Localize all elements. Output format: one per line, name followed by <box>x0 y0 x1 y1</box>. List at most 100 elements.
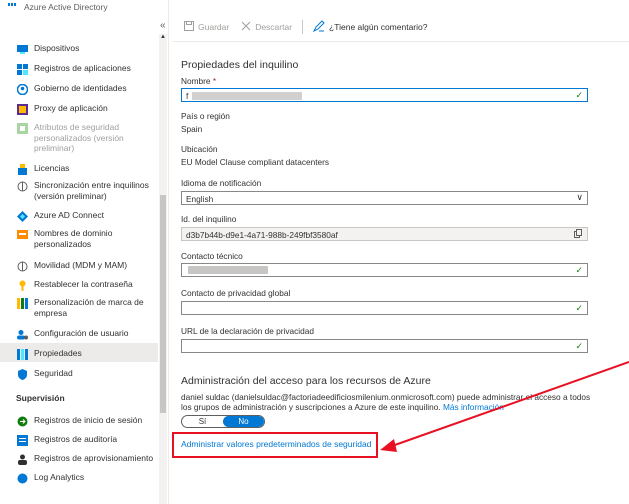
sidebar-item-company-branding[interactable]: Personalización de marca de empresa <box>0 297 158 318</box>
identity-governance-icon <box>16 83 28 95</box>
sidebar-item-label: Configuración de usuario <box>34 328 129 338</box>
security-shield-icon <box>16 368 28 380</box>
ad-connect-icon <box>16 210 28 222</box>
sidebar-item-label: Proxy de aplicación <box>34 103 108 113</box>
notification-language-dropdown[interactable]: English ∨ <box>181 191 588 205</box>
sidebar-item-app-registrations[interactable]: Registros de aplicaciones <box>0 63 158 75</box>
required-mark: * <box>212 76 217 86</box>
chevron-down-icon: ∨ <box>576 192 583 202</box>
privacy-contact-label: Contacto de privacidad global <box>181 288 291 298</box>
sidebar-item-label: Registros de aplicaciones <box>34 63 131 73</box>
collapse-sidebar-button[interactable]: « <box>160 20 166 31</box>
sidebar-item-label: Registros de auditoría <box>34 434 118 444</box>
sidebar-item-label: Log Analytics <box>34 472 85 482</box>
sign-in-logs-icon <box>16 415 28 427</box>
sidebar-scroll-thumb[interactable] <box>160 195 166 413</box>
sidebar-item-label: Propiedades <box>34 348 82 358</box>
sidebar: Azure Active Directory « ▲ Dispositivos … <box>0 0 169 504</box>
azure-access-toggle[interactable]: Sí No <box>181 415 265 428</box>
location-label: Ubicación <box>181 144 218 154</box>
sidebar-item-ad-connect[interactable]: Azure AD Connect <box>0 210 158 222</box>
country-value: Spain <box>181 124 203 134</box>
country-label: País o región <box>181 111 230 121</box>
sidebar-item-mobility[interactable]: Movilidad (MDM y MAM) <box>0 260 158 272</box>
application-proxy-icon <box>16 103 28 115</box>
cross-tenant-sync-icon <box>16 180 28 192</box>
licenses-icon <box>16 163 28 175</box>
privacy-contact-field[interactable]: ✓ <box>181 301 588 315</box>
name-value: f <box>186 91 189 101</box>
redacted-text <box>192 92 302 100</box>
more-info-link[interactable]: Más información <box>443 402 504 412</box>
sidebar-item-label: Azure AD Connect <box>34 210 104 220</box>
brand: Azure Active Directory <box>8 0 108 14</box>
scroll-up-icon[interactable]: ▲ <box>159 34 167 40</box>
azure-ad-logo-icon <box>8 3 18 11</box>
sidebar-item-label: Nombres de dominio personalizados <box>34 228 113 249</box>
sidebar-item-label: Gobierno de identidades <box>34 83 127 93</box>
brand-title: Azure Active Directory <box>24 2 108 12</box>
sidebar-item-provisioning-logs[interactable]: Registros de aprovisionamiento <box>0 453 158 465</box>
sidebar-item-user-settings[interactable]: Configuración de usuario <box>0 328 158 340</box>
valid-check-icon: ✓ <box>575 265 583 275</box>
valid-check-icon: ✓ <box>575 90 583 100</box>
sidebar-item-log-analytics[interactable]: Log Analytics <box>0 472 158 484</box>
section-monitoring-heading: Supervisión <box>16 393 65 403</box>
azure-access-heading: Administración del acceso para los recur… <box>181 375 431 387</box>
sidebar-item-security[interactable]: Seguridad <box>0 368 158 380</box>
sidebar-item-label: Personalización de marca de empresa <box>34 297 144 318</box>
tenant-id-value: d3b7b44b-d9e1-4a71-988b-249fbf3580af <box>186 230 338 240</box>
sidebar-item-properties[interactable]: Propiedades <box>0 343 158 362</box>
security-defaults-link[interactable]: Administrar valores predeterminados de s… <box>181 439 371 449</box>
log-analytics-icon <box>16 472 28 484</box>
name-label: Nombre * <box>181 76 217 86</box>
name-field[interactable]: f ✓ <box>181 88 588 102</box>
sidebar-item-devices[interactable]: Dispositivos <box>0 43 158 55</box>
sidebar-item-audit-logs[interactable]: Registros de auditoría <box>0 434 158 446</box>
sidebar-item-custom-domain-names[interactable]: Nombres de dominio personalizados <box>0 228 158 249</box>
sidebar-item-cross-tenant-sync[interactable]: Sincronización entre inquilinos (versión… <box>0 180 158 201</box>
toggle-yes[interactable]: Sí <box>182 416 223 427</box>
custom-domain-icon <box>16 228 28 240</box>
technical-contact-label: Contacto técnico <box>181 251 243 261</box>
sidebar-item-label: Dispositivos <box>34 43 80 53</box>
properties-icon <box>16 348 28 360</box>
redacted-text <box>188 266 268 274</box>
technical-contact-field[interactable]: ✓ <box>181 263 588 277</box>
properties-panel: Propiedades del inquilino Nombre * f ✓ P… <box>181 0 629 504</box>
devices-icon <box>16 43 28 55</box>
password-reset-icon <box>16 279 28 291</box>
privacy-url-label: URL de la declaración de privacidad <box>181 326 314 336</box>
company-branding-icon <box>16 297 28 309</box>
valid-check-icon: ✓ <box>575 341 583 351</box>
page-title: Propiedades del inquilino <box>181 59 299 71</box>
sidebar-item-licenses[interactable]: Licencias <box>0 163 158 175</box>
copy-icon[interactable] <box>574 229 582 240</box>
sidebar-item-identity-governance[interactable]: Gobierno de identidades <box>0 83 158 95</box>
azure-access-description: daniel suldac (danielsuldac@factoriadeed… <box>181 392 591 412</box>
sidebar-item-label: Restablecer la contraseña <box>34 279 133 289</box>
sidebar-item-label: Sincronización entre inquilinos (versión… <box>34 180 149 201</box>
toggle-no[interactable]: No <box>223 416 264 427</box>
sidebar-item-label: Registros de inicio de sesión <box>34 415 143 425</box>
mobility-icon <box>16 260 28 272</box>
user-settings-icon <box>16 328 28 340</box>
notification-language-value: English <box>186 194 214 204</box>
sidebar-item-password-reset[interactable]: Restablecer la contraseña <box>0 279 158 291</box>
custom-security-attributes-icon <box>16 122 28 134</box>
sidebar-item-label: Licencias <box>34 163 70 173</box>
app-registrations-icon <box>16 63 28 75</box>
sidebar-item-label: Seguridad <box>34 368 73 378</box>
valid-check-icon: ✓ <box>575 303 583 313</box>
sidebar-item-application-proxy[interactable]: Proxy de aplicación <box>0 103 158 115</box>
sidebar-item-label: Movilidad (MDM y MAM) <box>34 260 128 270</box>
audit-logs-icon <box>16 434 28 446</box>
location-value: EU Model Clause compliant datacenters <box>181 157 330 167</box>
sidebar-item-sign-in-logs[interactable]: Registros de inicio de sesión <box>0 415 158 427</box>
tenant-id-label: Id. del inquilino <box>181 214 237 224</box>
sidebar-item-label: Registros de aprovisionamiento <box>34 453 154 463</box>
tenant-id-field[interactable]: d3b7b44b-d9e1-4a71-988b-249fbf3580af <box>181 227 588 241</box>
provisioning-logs-icon <box>16 453 28 465</box>
sidebar-item-custom-security-attributes[interactable]: Atributos de seguridad personalizados (v… <box>0 122 158 154</box>
privacy-url-field[interactable]: ✓ <box>181 339 588 353</box>
